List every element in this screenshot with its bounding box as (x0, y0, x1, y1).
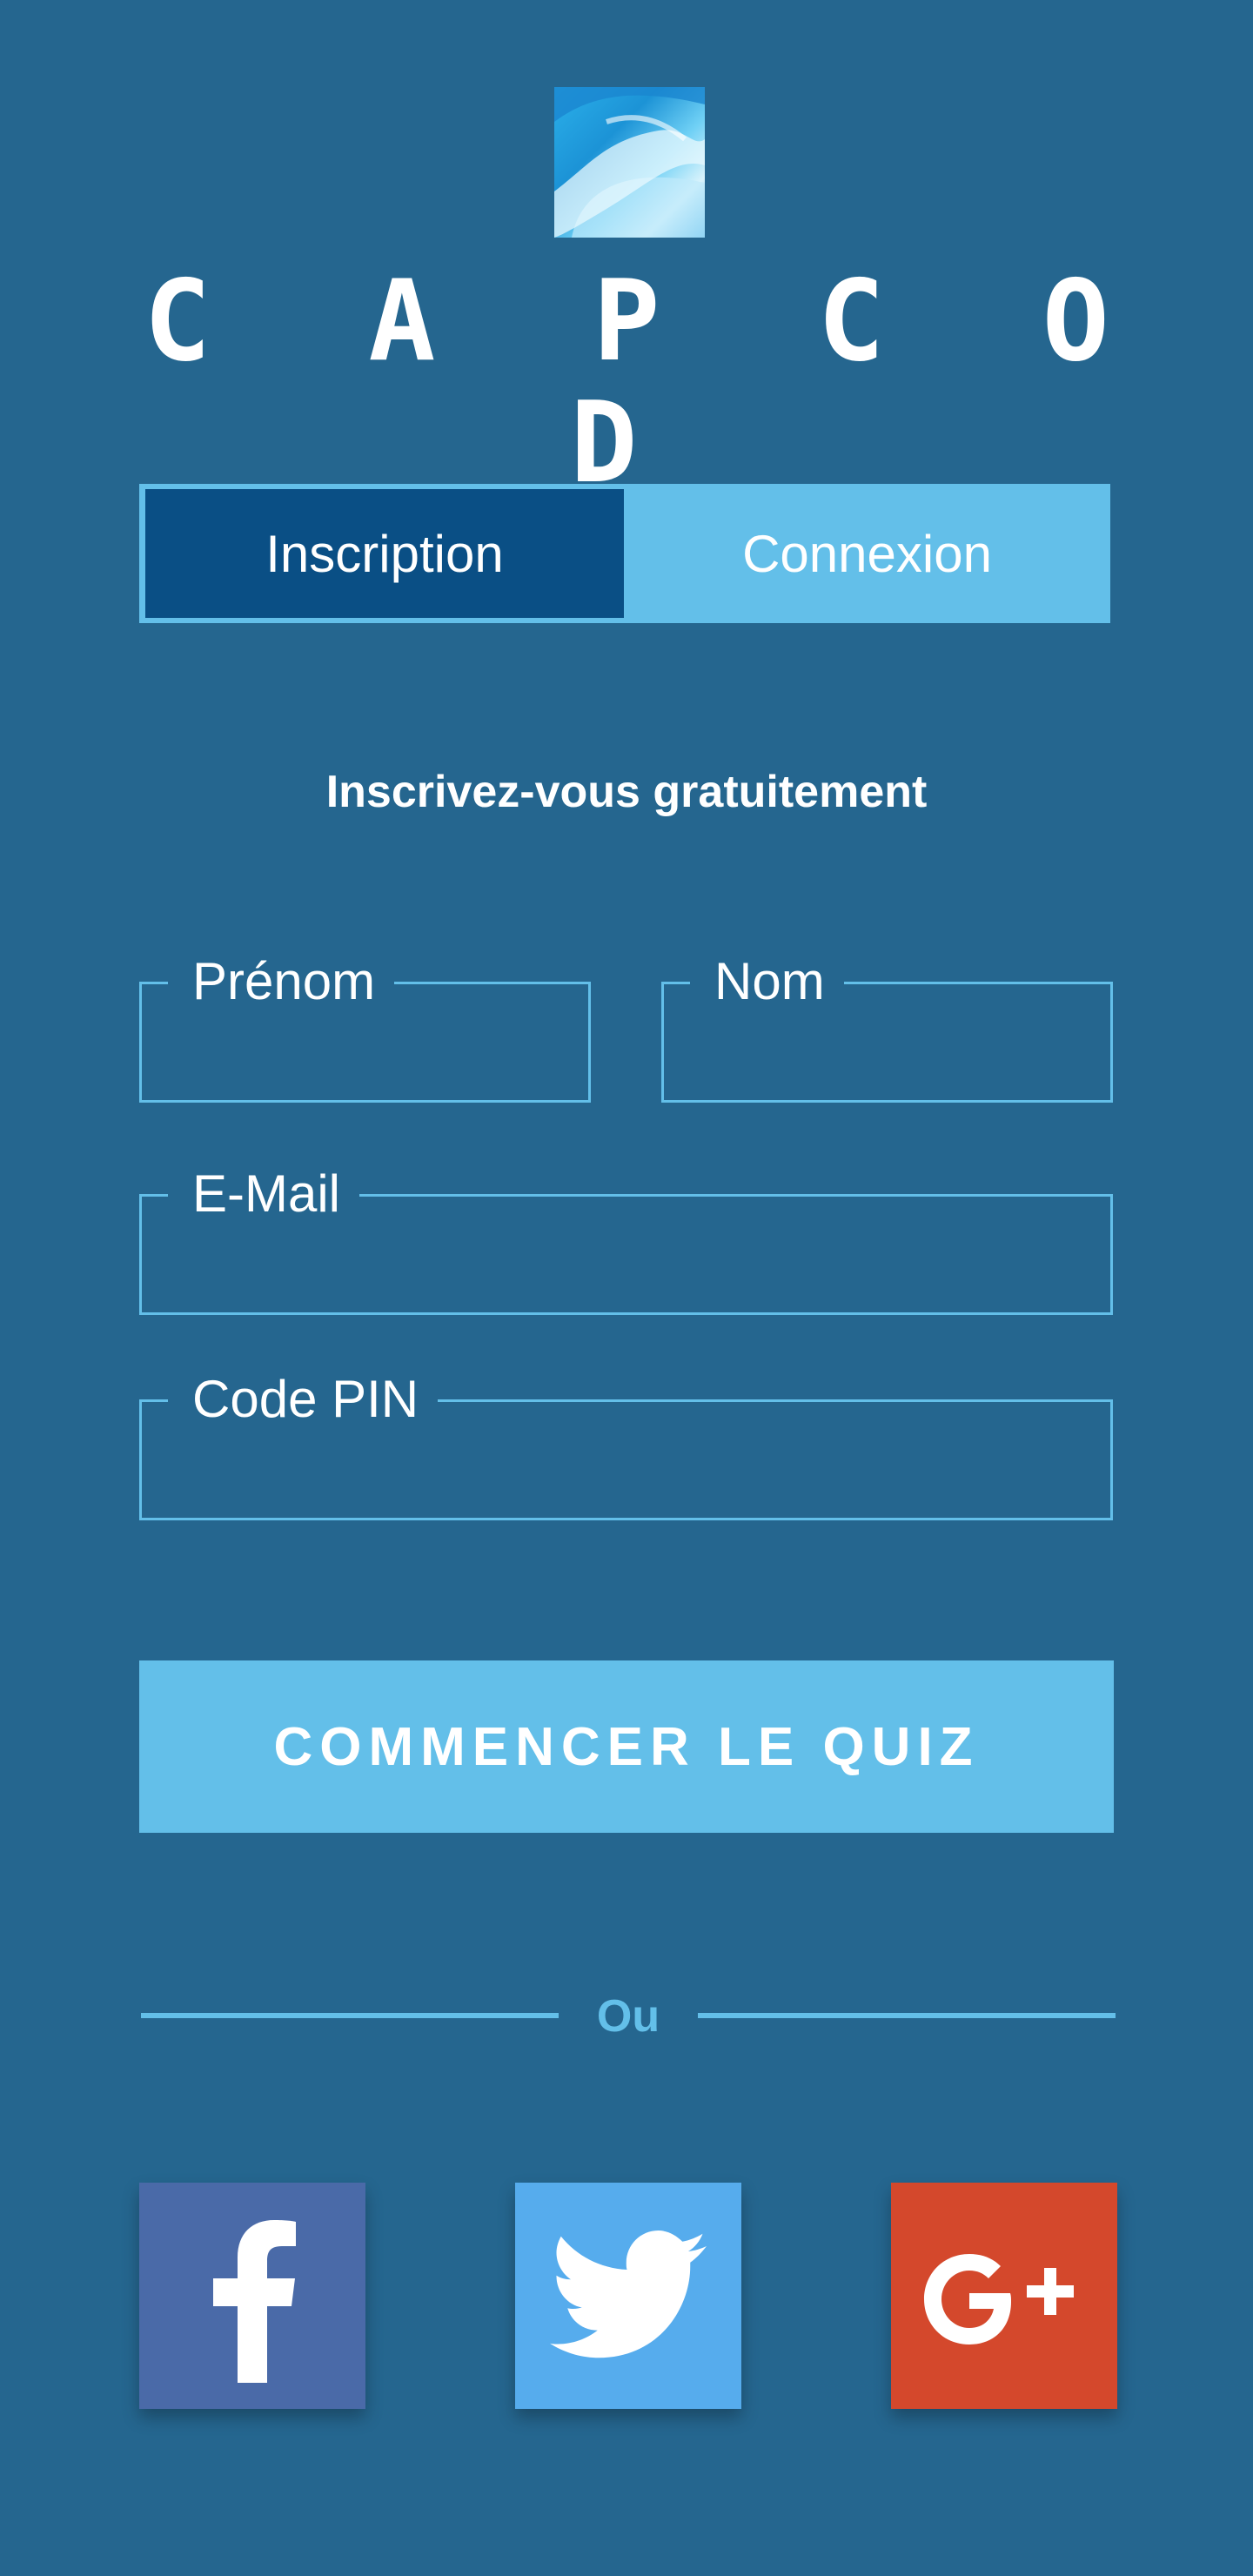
google-plus-icon (924, 2254, 1074, 2345)
auth-tabs: Inscription Connexion (139, 484, 1110, 623)
tab-connexion[interactable]: Connexion (624, 484, 1110, 623)
twitter-button[interactable] (515, 2183, 741, 2409)
facebook-icon (213, 2220, 296, 2383)
separator-line-right (698, 2013, 1116, 2018)
email-input[interactable] (142, 1197, 1110, 1312)
form-subtitle: Inscrivez-vous gratuitement (325, 767, 928, 817)
separator-label: Ou (596, 1991, 660, 2042)
email-field[interactable]: E-Mail (139, 1157, 1113, 1315)
first-name-field[interactable]: Prénom (139, 944, 591, 1103)
pin-input[interactable] (142, 1402, 1110, 1518)
capcod-logo-icon (554, 87, 705, 238)
last-name-input[interactable] (664, 984, 1110, 1100)
brand-name: C A P C O D (144, 257, 1155, 508)
pin-field[interactable]: Code PIN (139, 1362, 1113, 1520)
twitter-icon (550, 2231, 707, 2358)
last-name-field[interactable]: Nom (661, 944, 1113, 1103)
google-plus-button[interactable] (891, 2183, 1117, 2409)
tab-inscription[interactable]: Inscription (145, 489, 624, 618)
start-quiz-button[interactable]: COMMENCER LE QUIZ (139, 1660, 1114, 1833)
separator-line-left (141, 2013, 559, 2018)
facebook-button[interactable] (139, 2183, 365, 2409)
first-name-input[interactable] (142, 984, 588, 1100)
